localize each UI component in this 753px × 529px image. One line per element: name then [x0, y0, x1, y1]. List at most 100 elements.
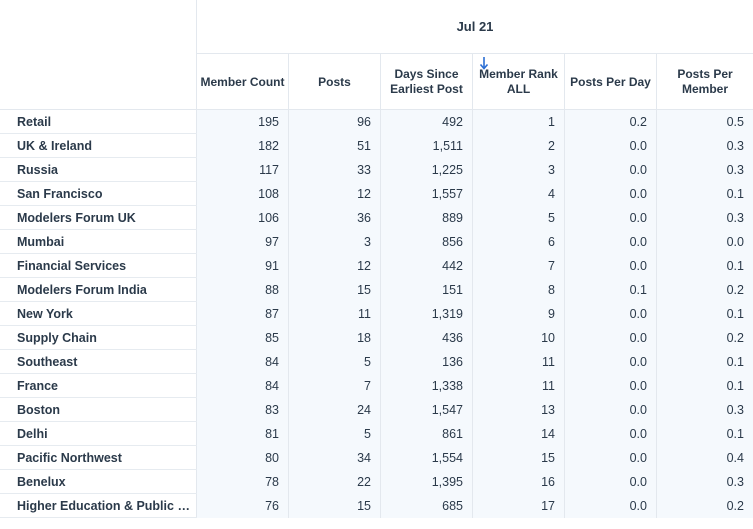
- column-header-posts[interactable]: Posts: [289, 54, 381, 110]
- table-cell[interactable]: 0.3: [657, 134, 753, 158]
- table-cell[interactable]: 1,554: [381, 446, 473, 470]
- table-cell[interactable]: 0.0: [565, 158, 657, 182]
- table-cell[interactable]: 83: [197, 398, 289, 422]
- table-cell[interactable]: 0.0: [565, 398, 657, 422]
- table-cell[interactable]: 7: [289, 374, 381, 398]
- table-cell[interactable]: 0.0: [565, 230, 657, 254]
- table-row[interactable]: Pacific Northwest 80 34 1,554 15 0.0 0.4: [0, 446, 753, 470]
- column-header-posts-per-day[interactable]: Posts Per Day: [565, 54, 657, 110]
- table-cell[interactable]: 0.3: [657, 398, 753, 422]
- table-cell[interactable]: 0.0: [565, 374, 657, 398]
- row-label[interactable]: France: [0, 374, 197, 397]
- table-cell[interactable]: 1,557: [381, 182, 473, 206]
- row-label[interactable]: San Francisco: [0, 182, 197, 205]
- row-label[interactable]: Delhi: [0, 422, 197, 445]
- table-cell[interactable]: 51: [289, 134, 381, 158]
- table-cell[interactable]: 889: [381, 206, 473, 230]
- table-cell[interactable]: 685: [381, 494, 473, 518]
- table-cell[interactable]: 9: [473, 302, 565, 326]
- table-cell[interactable]: 2: [473, 134, 565, 158]
- table-cell[interactable]: 12: [289, 182, 381, 206]
- table-cell[interactable]: 0.0: [657, 230, 753, 254]
- row-label[interactable]: Pacific Northwest: [0, 446, 197, 469]
- table-cell[interactable]: 88: [197, 278, 289, 302]
- table-cell[interactable]: 492: [381, 110, 473, 134]
- table-cell[interactable]: 0.2: [565, 110, 657, 134]
- table-row[interactable]: Mumbai 97 3 856 6 0.0 0.0: [0, 230, 753, 254]
- table-row[interactable]: Financial Services 91 12 442 7 0.0 0.1: [0, 254, 753, 278]
- table-cell[interactable]: 22: [289, 470, 381, 494]
- table-cell[interactable]: 1,338: [381, 374, 473, 398]
- table-cell[interactable]: 5: [289, 422, 381, 446]
- table-cell[interactable]: 33: [289, 158, 381, 182]
- table-row[interactable]: Benelux 78 22 1,395 16 0.0 0.3: [0, 470, 753, 494]
- row-label[interactable]: Supply Chain: [0, 326, 197, 349]
- table-row[interactable]: Boston 83 24 1,547 13 0.0 0.3: [0, 398, 753, 422]
- row-label[interactable]: New York: [0, 302, 197, 325]
- column-header-member-rank[interactable]: Member Rank ALL: [473, 54, 565, 110]
- table-cell[interactable]: 0.4: [657, 446, 753, 470]
- table-row[interactable]: Modelers Forum India 88 15 151 8 0.1 0.2: [0, 278, 753, 302]
- table-cell[interactable]: 6: [473, 230, 565, 254]
- table-cell[interactable]: 91: [197, 254, 289, 278]
- table-cell[interactable]: 80: [197, 446, 289, 470]
- row-label[interactable]: Benelux: [0, 470, 197, 493]
- row-label[interactable]: Modelers Forum UK: [0, 206, 197, 229]
- table-row[interactable]: New York 87 11 1,319 9 0.0 0.1: [0, 302, 753, 326]
- table-row[interactable]: Southeast 84 5 136 11 0.0 0.1: [0, 350, 753, 374]
- table-cell[interactable]: 0.0: [565, 206, 657, 230]
- table-cell[interactable]: 0.1: [657, 422, 753, 446]
- table-cell[interactable]: 1: [473, 110, 565, 134]
- table-cell[interactable]: 0.0: [565, 494, 657, 518]
- row-label[interactable]: Retail: [0, 110, 197, 133]
- table-cell[interactable]: 84: [197, 350, 289, 374]
- table-cell[interactable]: 0.3: [657, 206, 753, 230]
- table-cell[interactable]: 0.3: [657, 470, 753, 494]
- table-cell[interactable]: 15: [289, 278, 381, 302]
- table-cell[interactable]: 3: [473, 158, 565, 182]
- table-cell[interactable]: 34: [289, 446, 381, 470]
- table-cell[interactable]: 117: [197, 158, 289, 182]
- table-cell[interactable]: 0.2: [657, 326, 753, 350]
- row-label[interactable]: Russia: [0, 158, 197, 181]
- table-cell[interactable]: 0.5: [657, 110, 753, 134]
- table-cell[interactable]: 0.0: [565, 470, 657, 494]
- table-cell[interactable]: 16: [473, 470, 565, 494]
- table-cell[interactable]: 151: [381, 278, 473, 302]
- table-cell[interactable]: 84: [197, 374, 289, 398]
- table-row[interactable]: Retail 195 96 492 1 0.2 0.5: [0, 110, 753, 134]
- table-cell[interactable]: 5: [473, 206, 565, 230]
- period-header[interactable]: Jul 21: [197, 0, 753, 54]
- table-cell[interactable]: 861: [381, 422, 473, 446]
- table-cell[interactable]: 1,319: [381, 302, 473, 326]
- table-cell[interactable]: 36: [289, 206, 381, 230]
- table-row[interactable]: Delhi 81 5 861 14 0.0 0.1: [0, 422, 753, 446]
- table-cell[interactable]: 0.1: [657, 182, 753, 206]
- table-cell[interactable]: 1,511: [381, 134, 473, 158]
- table-cell[interactable]: 195: [197, 110, 289, 134]
- table-cell[interactable]: 85: [197, 326, 289, 350]
- table-row[interactable]: France 84 7 1,338 11 0.0 0.1: [0, 374, 753, 398]
- table-row[interactable]: Supply Chain 85 18 436 10 0.0 0.2: [0, 326, 753, 350]
- table-cell[interactable]: 14: [473, 422, 565, 446]
- table-cell[interactable]: 856: [381, 230, 473, 254]
- table-cell[interactable]: 96: [289, 110, 381, 134]
- table-cell[interactable]: 3: [289, 230, 381, 254]
- table-cell[interactable]: 7: [473, 254, 565, 278]
- column-header-member-count[interactable]: Member Count: [197, 54, 289, 110]
- column-header-days-since-earliest-post[interactable]: Days Since Earliest Post: [381, 54, 473, 110]
- table-cell[interactable]: 0.0: [565, 350, 657, 374]
- table-cell[interactable]: 1,225: [381, 158, 473, 182]
- row-label[interactable]: Mumbai: [0, 230, 197, 253]
- table-cell[interactable]: 0.1: [565, 278, 657, 302]
- table-cell[interactable]: 0.2: [657, 278, 753, 302]
- table-cell[interactable]: 436: [381, 326, 473, 350]
- table-cell[interactable]: 18: [289, 326, 381, 350]
- table-cell[interactable]: 11: [473, 350, 565, 374]
- row-label[interactable]: Modelers Forum India: [0, 278, 197, 301]
- table-cell[interactable]: 13: [473, 398, 565, 422]
- row-label[interactable]: Southeast: [0, 350, 197, 373]
- table-cell[interactable]: 4: [473, 182, 565, 206]
- table-cell[interactable]: 78: [197, 470, 289, 494]
- table-cell[interactable]: 15: [473, 446, 565, 470]
